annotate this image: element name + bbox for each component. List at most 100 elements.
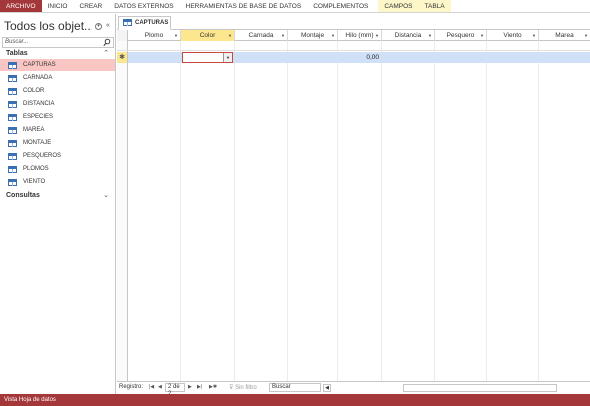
tab-herramientas-bd[interactable]: HERRAMIENTAS DE BASE DE DATOS xyxy=(180,0,308,12)
next-record-icon[interactable]: ▶ xyxy=(188,384,192,390)
column-header-distancia[interactable]: Distancia ▼ xyxy=(382,30,435,41)
nav-item-label: ESPECIES xyxy=(23,114,54,120)
scroll-left-icon[interactable]: ◀ xyxy=(323,384,331,392)
column-dropdown-icon[interactable]: ▼ xyxy=(584,30,588,41)
group-consultas-label: Consultas xyxy=(6,192,40,199)
record-label: Registro: xyxy=(119,384,144,390)
column-label: Plomo xyxy=(144,32,164,39)
column-label: Carnada xyxy=(248,32,274,39)
nav-item-distancia[interactable]: DISTANCIA xyxy=(0,98,115,110)
previous-record-icon[interactable]: ◀ xyxy=(158,384,162,390)
search-icon[interactable] xyxy=(103,38,111,47)
column-label: Viento xyxy=(503,32,522,39)
tab-complementos[interactable]: COMPLEMENTOS xyxy=(307,0,374,12)
tab-capturas[interactable]: CAPTURAS xyxy=(118,16,171,30)
datasheet: Plomo ▼ Color ▼ Carnada ▼ Montaje ▼ Hilo… xyxy=(117,30,590,381)
column-header-plomo[interactable]: Plomo ▼ xyxy=(128,30,181,41)
column-header-pesquero[interactable]: Pesquero ▼ xyxy=(435,30,487,41)
table-row[interactable] xyxy=(117,41,590,51)
collapse-group-icon[interactable]: ⌃ xyxy=(103,49,109,59)
nav-item-label: COLOR xyxy=(23,88,45,94)
chevron-down-icon[interactable]: ▼ xyxy=(223,53,232,62)
nav-item-pesqueros[interactable]: PESQUEROS xyxy=(0,150,115,162)
tab-datos-externos[interactable]: DATOS EXTERNOS xyxy=(108,0,179,12)
ribbon-tabs: ARCHIVO INICIO CREAR DATOS EXTERNOS HERR… xyxy=(0,0,590,13)
tab-campos[interactable]: CAMPOS xyxy=(378,0,419,12)
nav-item-label: PLOMOS xyxy=(23,166,49,172)
table-icon xyxy=(8,88,17,95)
nav-item-label: CARNADA xyxy=(23,75,53,81)
record-search-input[interactable]: Buscar xyxy=(269,383,321,392)
chevron-down-icon[interactable]: ▾ xyxy=(95,23,102,30)
column-header-row: Plomo ▼ Color ▼ Carnada ▼ Montaje ▼ Hilo… xyxy=(117,30,590,41)
group-consultas[interactable]: Consultas ⌄ xyxy=(0,191,115,201)
column-dropdown-icon[interactable]: ▼ xyxy=(532,30,536,41)
horizontal-scrollbar[interactable] xyxy=(403,384,557,392)
column-dropdown-icon[interactable]: ▼ xyxy=(228,30,232,41)
nav-search-input[interactable]: Buscar... xyxy=(2,37,114,48)
table-icon xyxy=(8,62,17,69)
column-label: Marea xyxy=(555,32,574,39)
nav-title[interactable]: Todos los objet... xyxy=(4,19,92,33)
last-record-icon[interactable]: ▶| xyxy=(197,384,202,390)
navigation-pane: Todos los objet... ▾ « Buscar... Tablas … xyxy=(0,14,116,394)
column-dropdown-icon[interactable]: ▼ xyxy=(375,30,379,41)
tab-archivo[interactable]: ARCHIVO xyxy=(0,0,42,12)
table-icon xyxy=(123,19,132,26)
table-icon xyxy=(8,75,17,82)
nav-item-montaje[interactable]: MONTAJE xyxy=(0,137,115,149)
column-header-marea[interactable]: Marea ▼ xyxy=(539,30,590,41)
status-bar: Vista Hoja de datos xyxy=(0,394,590,406)
first-record-icon[interactable]: |◀ xyxy=(149,384,154,390)
table-icon xyxy=(8,166,17,173)
column-label: Distancia xyxy=(394,32,422,39)
record-position-input[interactable]: 2 de 2 xyxy=(165,383,185,397)
column-header-carnada[interactable]: Carnada ▼ xyxy=(235,30,288,41)
column-dropdown-icon[interactable]: ▼ xyxy=(174,30,178,41)
table-icon xyxy=(8,114,17,121)
nav-item-label: CAPTURAS xyxy=(23,62,56,68)
tab-crear[interactable]: CREAR xyxy=(74,0,109,12)
column-dropdown-icon[interactable]: ▼ xyxy=(281,30,285,41)
column-header-viento[interactable]: Viento ▼ xyxy=(487,30,539,41)
table-icon xyxy=(8,179,17,186)
column-dropdown-icon[interactable]: ▼ xyxy=(480,30,484,41)
nav-item-carnada[interactable]: CARNADA xyxy=(0,72,115,84)
group-tablas[interactable]: Tablas ⌃ xyxy=(0,49,115,59)
filter-indicator[interactable]: ⊽ Sin filtro xyxy=(229,384,257,391)
nav-item-label: MONTAJE xyxy=(23,140,52,146)
nav-item-label: VIENTO xyxy=(23,179,46,185)
column-header-montaje[interactable]: Montaje ▼ xyxy=(288,30,338,41)
document-tabs: CAPTURAS xyxy=(117,14,590,30)
nav-item-viento[interactable]: VIENTO xyxy=(0,176,115,188)
new-record-nav-icon[interactable]: ▶✱ xyxy=(209,384,217,390)
color-combo-input[interactable]: ▼ xyxy=(182,52,233,63)
expand-group-icon[interactable]: ⌄ xyxy=(103,191,109,201)
row-selector-column[interactable] xyxy=(117,41,128,381)
collapse-pane-icon[interactable]: « xyxy=(106,22,110,29)
column-header-hilo[interactable]: Hilo (mm) ▼ xyxy=(338,30,382,41)
new-record-icon[interactable]: ✱ xyxy=(117,52,128,63)
column-header-color[interactable]: Color ▼ xyxy=(181,30,235,41)
nav-item-capturas[interactable]: CAPTURAS xyxy=(0,59,115,71)
tab-tabla[interactable]: TABLA xyxy=(418,0,451,12)
column-dropdown-icon[interactable]: ▼ xyxy=(331,30,335,41)
doc-tab-label: CAPTURAS xyxy=(135,20,169,26)
nav-item-especies[interactable]: ESPECIES xyxy=(0,111,115,123)
column-dropdown-icon[interactable]: ▼ xyxy=(428,30,432,41)
column-label: Hilo (mm) xyxy=(345,32,374,39)
nav-item-label: PESQUEROS xyxy=(23,153,62,159)
hilo-cell[interactable]: 0,00 xyxy=(337,52,381,63)
table-icon xyxy=(8,127,17,134)
group-tablas-label: Tablas xyxy=(6,50,28,57)
tab-inicio[interactable]: INICIO xyxy=(42,0,74,12)
column-label: Pesquero xyxy=(446,32,475,39)
nav-item-marea[interactable]: MAREA xyxy=(0,124,115,136)
status-text: Vista Hoja de datos xyxy=(4,397,56,403)
column-label: Color xyxy=(199,32,216,39)
nav-item-color[interactable]: COLOR xyxy=(0,85,115,97)
nav-item-plomos[interactable]: PLOMOS xyxy=(0,163,115,175)
select-all-corner[interactable] xyxy=(117,30,128,41)
table-icon xyxy=(8,101,17,108)
column-label: Montaje xyxy=(300,32,325,39)
